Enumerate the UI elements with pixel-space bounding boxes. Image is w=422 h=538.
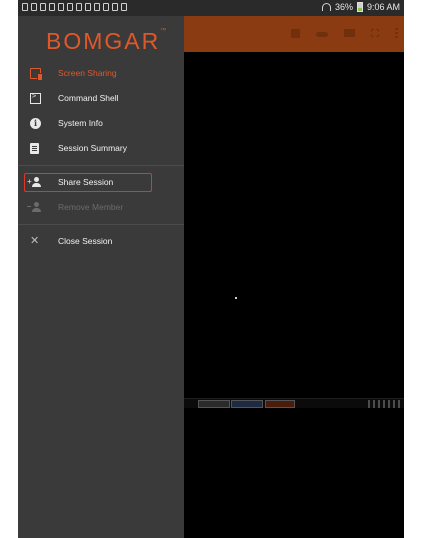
system-tray (368, 400, 402, 408)
cloud-icon (94, 3, 100, 11)
keyboard-icon[interactable] (344, 29, 355, 37)
menu-item-command-shell[interactable]: Command Shell (18, 86, 184, 111)
tools-menu: Screen Sharing Command Shell System Info… (18, 61, 184, 161)
battery-icon (356, 2, 363, 12)
close-icon (30, 236, 41, 247)
check-icon (40, 3, 46, 11)
remote-cursor (235, 297, 237, 299)
remote-screen-view[interactable] (184, 52, 404, 538)
menu-item-remove-member: Remove Member (18, 195, 184, 220)
remote-taskbar (184, 398, 404, 408)
terminal-icon (30, 92, 41, 104)
menu-divider (18, 165, 184, 166)
close-menu: Close Session (18, 229, 184, 254)
menu-item-share-session[interactable]: + Share Session (18, 170, 184, 195)
menu-item-system-info[interactable]: System Info (18, 111, 184, 136)
menu-item-label: Screen Sharing (58, 68, 117, 78)
clipboard-icon (30, 143, 39, 154)
check-icon (49, 3, 55, 11)
shield-icon (76, 3, 82, 11)
gallery-icon (31, 3, 37, 11)
sync-icon (67, 3, 73, 11)
menu-item-label: Command Shell (58, 93, 119, 103)
taskbar-item (231, 400, 263, 408)
menu-item-label: Remove Member (58, 202, 124, 212)
session-menu: + Share Session Remove Member (18, 170, 184, 220)
navigation-drawer: BOMGAR™ Screen Sharing Command Shell Sys… (18, 16, 184, 538)
settings-icon (103, 3, 109, 11)
taskbar-item (265, 400, 295, 408)
menu-item-session-summary[interactable]: Session Summary (18, 136, 184, 161)
device-screen: 36% 9:06 AM BOMGAR™ Screen Sharing > Com… (18, 0, 404, 538)
screen-sharing-icon (30, 68, 43, 81)
app-icon (121, 3, 127, 11)
add-person-icon: + (27, 177, 41, 188)
clock: 9:06 AM (366, 2, 400, 12)
menu-item-label: System Info (58, 118, 103, 128)
key-icon[interactable] (316, 31, 328, 37)
bomgar-logo: BOMGAR™ (46, 28, 167, 54)
menu-item-close-session[interactable]: Close Session (18, 229, 184, 254)
wifi-icon (321, 3, 331, 11)
taskbar-item (198, 400, 230, 408)
more-vert-icon[interactable] (395, 28, 398, 38)
keyboard-icon (112, 3, 118, 11)
battery-percent: 36% (334, 2, 353, 12)
info-icon (30, 118, 41, 129)
menu-item-label: Share Session (58, 177, 114, 187)
menu-item-label: Session Summary (58, 143, 127, 153)
menu-divider (18, 224, 184, 225)
usb-icon (22, 3, 28, 11)
brand-header: BOMGAR™ (18, 16, 184, 66)
fullscreen-icon[interactable] (371, 29, 379, 37)
menu-item-screen-sharing[interactable]: Screen Sharing (18, 61, 184, 86)
menu-item-label: Close Session (58, 236, 113, 246)
status-bar: 36% 9:06 AM (18, 0, 404, 16)
status-right: 36% 9:06 AM (321, 2, 400, 12)
cloud-icon (85, 3, 91, 11)
stop-icon[interactable] (291, 28, 300, 38)
notification-icons (22, 3, 127, 11)
remove-person-icon (27, 202, 41, 213)
app-bar-actions (291, 28, 398, 38)
check-icon (58, 3, 64, 11)
